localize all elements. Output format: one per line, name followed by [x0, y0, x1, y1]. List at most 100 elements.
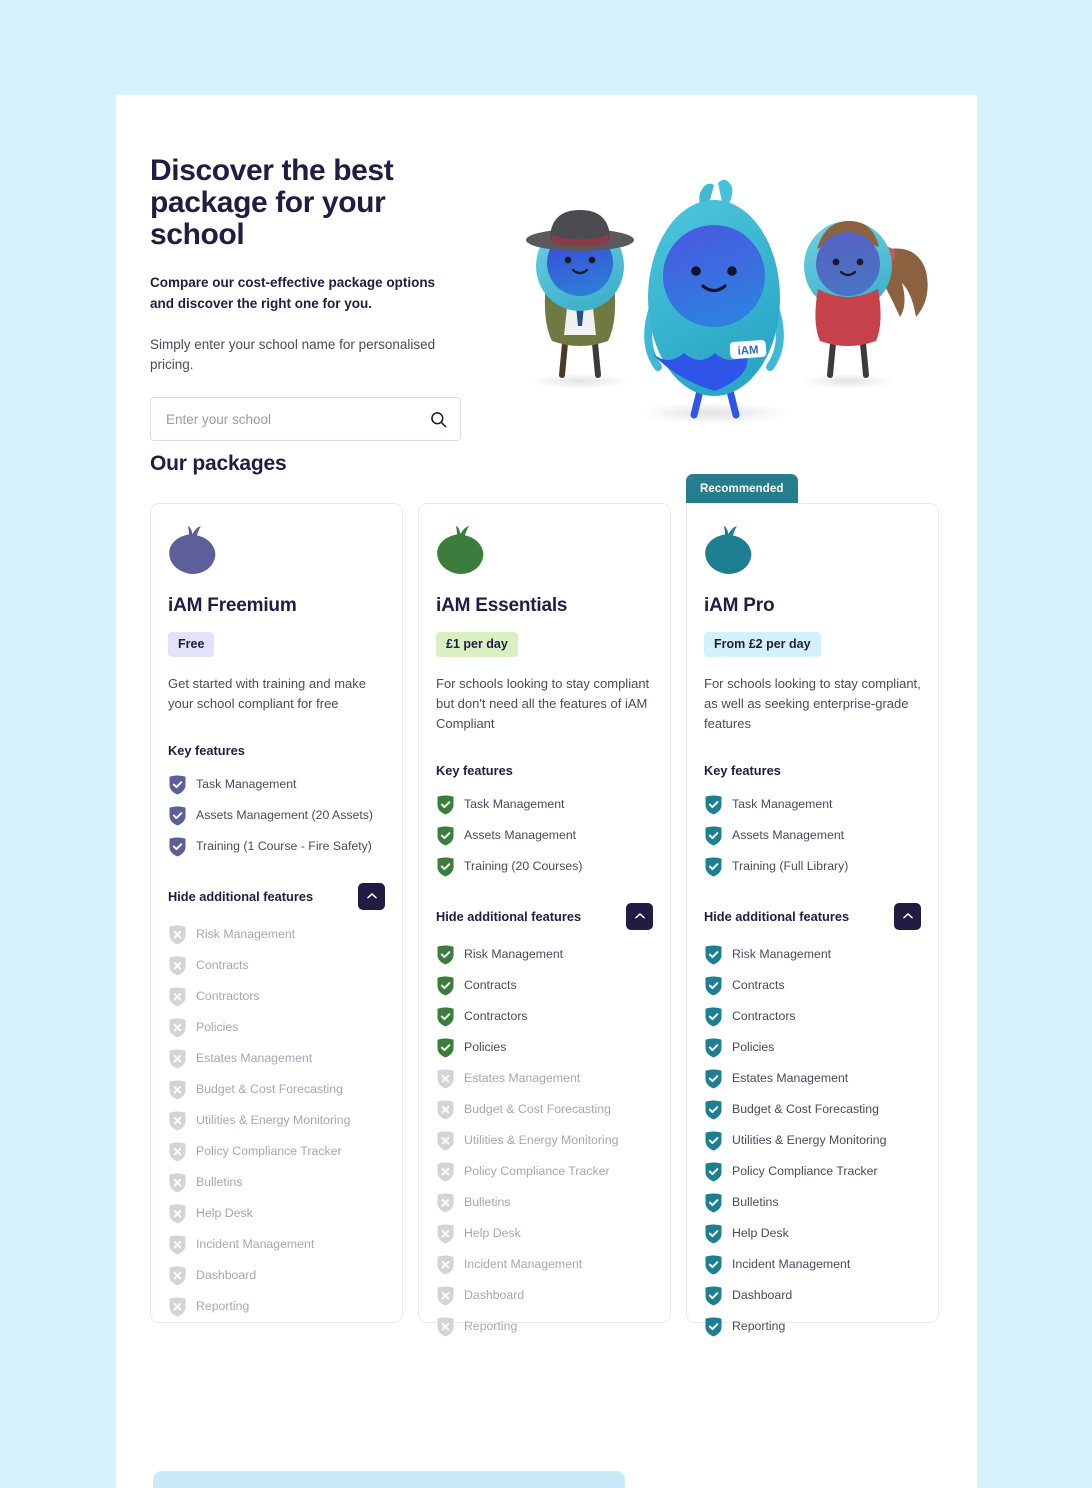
shield-cross-icon [169, 1172, 186, 1193]
package-card[interactable]: iAM Pro From £2 per day For schools lookin… [686, 503, 939, 1337]
feature-row: Dashboard [436, 1280, 653, 1311]
price-badge: £1 per day [436, 632, 518, 657]
feature-row: Utilities & Energy Monitoring [168, 1105, 385, 1136]
price-badge: From £2 per day [704, 632, 821, 657]
feature-label: Incident Management [732, 1257, 851, 1272]
feature-label: Bulletins [196, 1175, 243, 1190]
key-features-list: Task Management Assets Management Training… [436, 789, 653, 882]
feature-row: Task Management [168, 769, 385, 800]
search-button[interactable] [425, 406, 451, 432]
additional-features-list: Risk Management Contracts Contractors Polic… [436, 939, 653, 1342]
feature-row: Assets Management [704, 820, 921, 851]
shield-cross-icon [437, 1224, 454, 1244]
feature-label: Contractors [464, 1009, 528, 1024]
feature-row: Contractors [704, 1001, 921, 1032]
shield-cross-icon [169, 1110, 186, 1131]
feature-label: Estates Management [732, 1071, 849, 1086]
iam-mascot-illustration: iAM [518, 163, 958, 428]
shield-check-icon [705, 1286, 722, 1306]
feature-row: Utilities & Energy Monitoring [704, 1125, 921, 1156]
package-blob-icon [169, 526, 216, 575]
feature-row: Reporting [436, 1311, 653, 1342]
hero-note: Simply enter your school name for person… [150, 336, 436, 373]
additional-features-toggle-button[interactable] [894, 902, 921, 930]
package-cards: iAM Freemium Free Get started with trainin… [150, 474, 940, 1337]
additional-features-toggle-button[interactable] [626, 902, 653, 930]
shield-check-icon [705, 1317, 722, 1337]
feature-row: Policy Compliance Tracker [168, 1136, 385, 1167]
shield-cross-icon [437, 1193, 454, 1213]
feature-row: Estates Management [436, 1063, 653, 1094]
feature-row: Policies [436, 1032, 653, 1063]
feature-label: Policies [464, 1040, 507, 1055]
feature-row: Help Desk [436, 1218, 653, 1249]
feature-label: Policy Compliance Tracker [464, 1164, 610, 1179]
hero-text-column: Discover the best package for your schoo… [150, 154, 480, 442]
feature-label: Estates Management [464, 1071, 581, 1086]
feature-label: Task Management [732, 797, 833, 812]
price-badge: Free [168, 632, 215, 657]
additional-features-toggle-button[interactable] [358, 882, 385, 910]
shield-cross-icon [437, 1162, 454, 1182]
feature-label: Utilities & Energy Monitoring [732, 1133, 887, 1148]
shield-check-icon [437, 945, 454, 965]
feature-label: Assets Management [732, 828, 845, 843]
mascot-center: iAM [644, 179, 784, 419]
feature-label: Dashboard [196, 1268, 257, 1283]
content-panel: Discover the best package for your schoo… [116, 95, 977, 1488]
key-features-heading: Key features [436, 763, 513, 779]
feature-label: Training (1 Course - Fire Safety) [196, 839, 372, 854]
feature-row: Help Desk [168, 1198, 385, 1229]
feature-row: Bulletins [168, 1167, 385, 1198]
shield-check-icon [705, 795, 722, 815]
shield-check-icon [705, 1100, 722, 1120]
feature-label: Bulletins [464, 1195, 511, 1210]
shield-cross-icon [169, 1203, 186, 1224]
feature-row: Contracts [704, 970, 921, 1001]
additional-features-toggle-label: Hide additional features [436, 908, 582, 924]
shield-check-icon [705, 857, 722, 877]
feature-row: Assets Management [436, 820, 653, 851]
shield-check-icon [705, 1162, 722, 1182]
feature-row: Task Management [704, 789, 921, 820]
feature-label: Utilities & Energy Monitoring [196, 1113, 351, 1128]
chevron-up-icon [634, 913, 645, 919]
feature-label: Policy Compliance Tracker [732, 1164, 878, 1179]
shield-cross-icon [169, 1296, 186, 1317]
feature-label: Help Desk [196, 1206, 253, 1221]
feature-label: Assets Management (20 Assets) [196, 808, 374, 823]
feature-label: Estates Management [196, 1051, 313, 1066]
page-title: Discover the best package for your schoo… [150, 154, 394, 251]
shield-cross-icon [169, 1079, 186, 1100]
mascot-left [526, 210, 634, 378]
chevron-up-icon [366, 893, 377, 899]
feature-row: Training (1 Course - Fire Safety) [168, 831, 385, 862]
package-name: iAM Freemium [168, 595, 297, 616]
feature-label: Dashboard [464, 1288, 525, 1303]
shield-check-icon [705, 1069, 722, 1089]
search-input[interactable] [150, 397, 461, 442]
feature-label: Training (20 Courses) [464, 859, 583, 874]
feature-row: Help Desk [704, 1218, 921, 1249]
packages-heading: Our packages [150, 452, 287, 475]
shield-check-icon [705, 1007, 722, 1027]
feature-row: Policy Compliance Tracker [436, 1156, 653, 1187]
feature-row: Bulletins [704, 1187, 921, 1218]
shield-check-icon [705, 1131, 722, 1151]
feature-row: Training (Full Library) [704, 851, 921, 882]
feature-row: Contractors [168, 981, 385, 1012]
feature-label: Risk Management [464, 947, 564, 962]
feature-label: Training (Full Library) [732, 859, 849, 874]
additional-features-toggle-row: Hide additional features [704, 902, 921, 930]
shield-cross-icon [169, 1234, 186, 1255]
feature-row: Budget & Cost Forecasting [168, 1074, 385, 1105]
package-card[interactable]: iAM Freemium Free Get started with trainin… [150, 503, 403, 1323]
search-icon [430, 412, 446, 428]
package-card[interactable]: iAM Essentials £1 per day For schools look… [418, 503, 671, 1337]
shield-check-icon [437, 857, 454, 877]
feature-label: Contracts [196, 958, 249, 973]
feature-label: Help Desk [732, 1226, 789, 1241]
shield-cross-icon [169, 986, 186, 1007]
feature-row: Policies [704, 1032, 921, 1063]
feature-label: Policies [196, 1020, 239, 1035]
